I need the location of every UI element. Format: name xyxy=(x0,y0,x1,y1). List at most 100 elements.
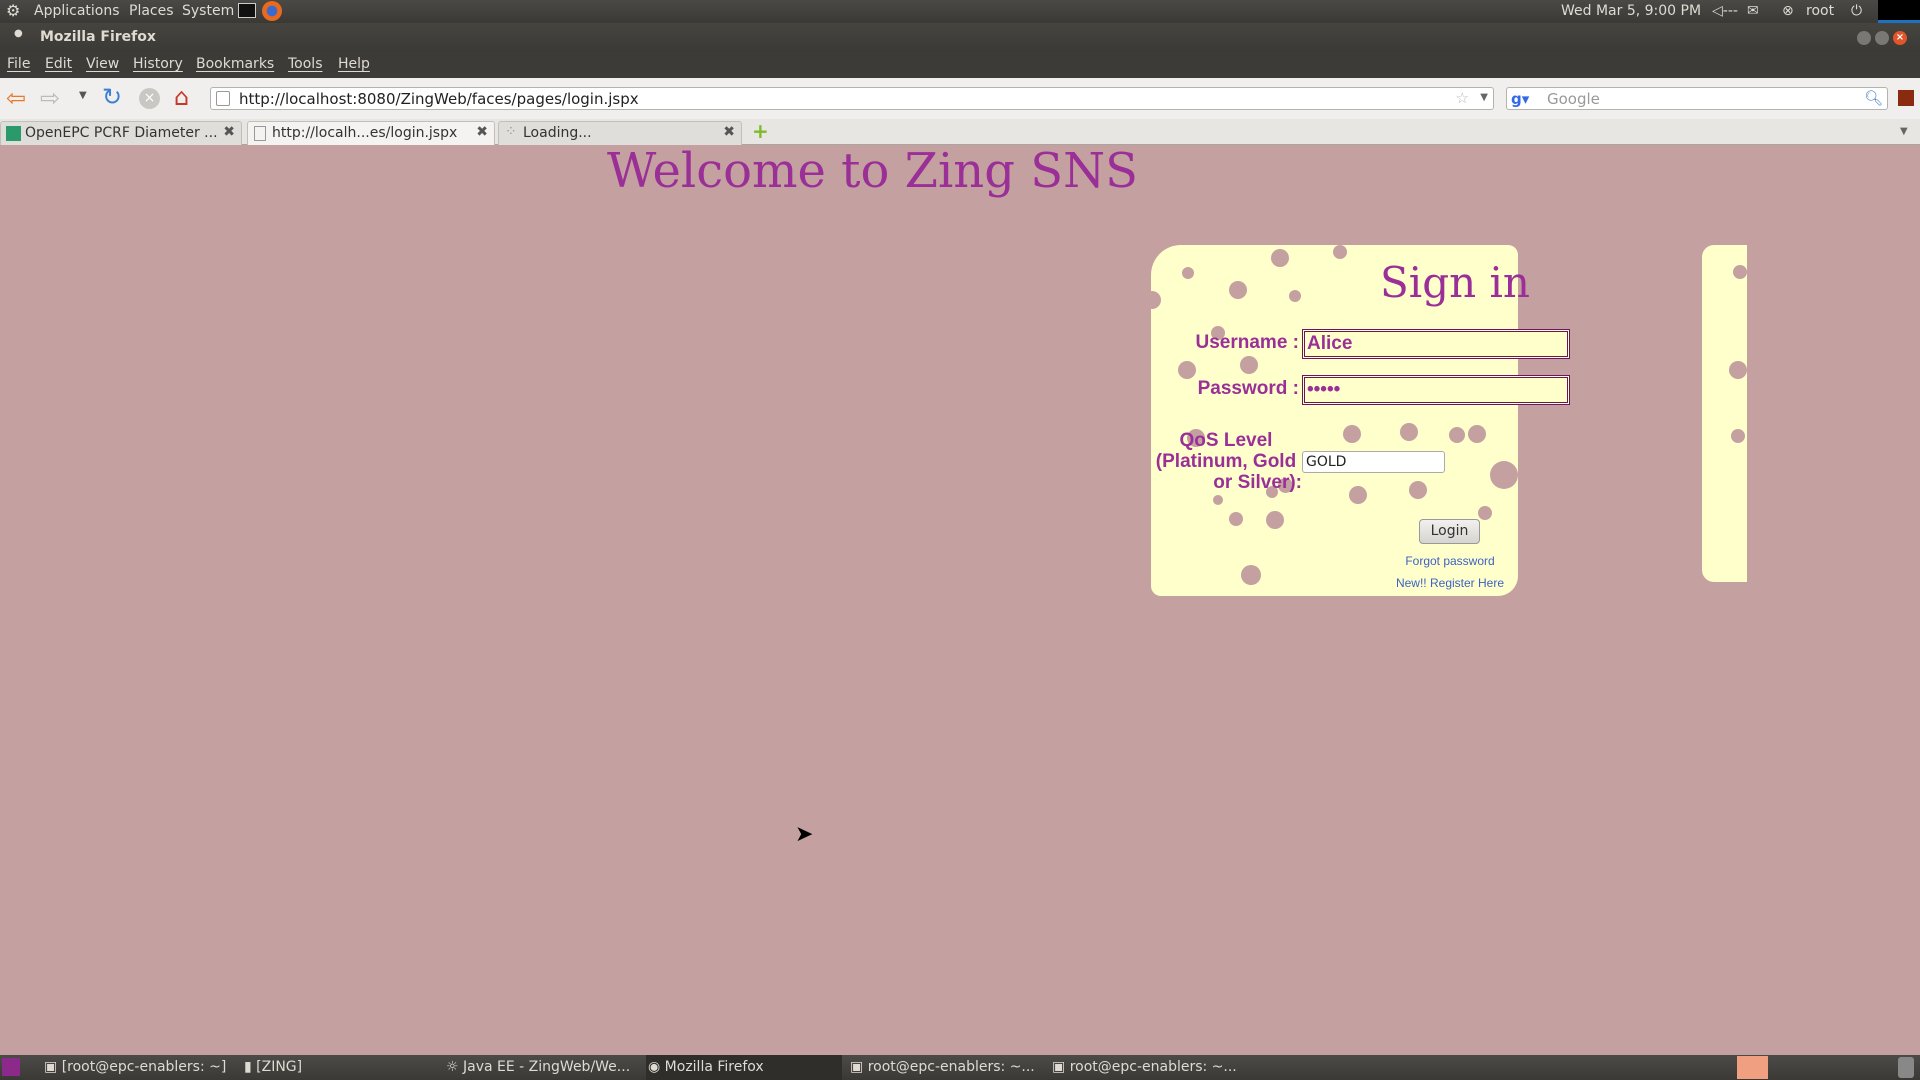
menu-edit[interactable]: Edit xyxy=(45,56,72,72)
url-dropdown-icon[interactable]: ▼ xyxy=(1480,92,1488,103)
signin-title: Sign in xyxy=(1150,258,1750,307)
tab-login[interactable]: http://localh...es/login.jspx ✖ xyxy=(247,121,495,145)
user-name[interactable]: root xyxy=(1806,3,1834,19)
mail-icon[interactable]: ✉ xyxy=(1747,3,1759,19)
show-desktop-icon[interactable] xyxy=(2,1058,20,1076)
mouse-cursor-icon: ➤ xyxy=(795,822,814,847)
firefox-launcher-icon[interactable] xyxy=(262,1,282,21)
window-titlebar: ● Mozilla Firefox × xyxy=(0,23,1920,52)
reload-icon[interactable]: ↻ xyxy=(102,83,122,111)
power-icon[interactable]: ⏻ xyxy=(1851,3,1862,19)
close-tab-icon[interactable]: ✖ xyxy=(723,124,735,140)
taskbar: ▣ [root@epc-enablers: ~] ▮ [ZING] ☼ Java… xyxy=(0,1055,1920,1080)
close-tab-icon[interactable]: ✖ xyxy=(223,124,235,140)
taskbar-item-eclipse[interactable]: ☼ Java EE - ZingWeb/We... xyxy=(446,1059,630,1075)
qos-label-line: QoS Level xyxy=(1179,430,1273,451)
taskbar-label: [ZING] xyxy=(256,1059,303,1075)
taskbar-label: root@epc-enablers: ~... xyxy=(1069,1059,1237,1075)
workspace-switcher[interactable] xyxy=(1737,1056,1768,1079)
decorative-dot xyxy=(1178,361,1196,379)
status-icon[interactable]: ⊗ xyxy=(1782,3,1794,19)
window-icon: ● xyxy=(14,28,23,39)
trash-icon[interactable] xyxy=(1898,1057,1914,1078)
stop-icon[interactable]: × xyxy=(139,88,160,109)
decorative-dot xyxy=(1731,429,1745,443)
username-label: Username : xyxy=(1195,332,1300,353)
decorative-dot xyxy=(1409,481,1427,499)
menu-tools[interactable]: Tools xyxy=(288,56,323,72)
menu-history[interactable]: History xyxy=(133,56,183,72)
page-heading: Welcome to Zing SNS xyxy=(607,143,1138,199)
back-icon[interactable]: ⇦ xyxy=(6,84,26,112)
decorative-dot xyxy=(1343,425,1361,443)
signin-title-text: Sign in xyxy=(1380,258,1530,307)
home-icon[interactable]: ⌂ xyxy=(174,83,189,111)
forgot-password-link[interactable]: Forgot password xyxy=(1350,554,1550,568)
window-title: Mozilla Firefox xyxy=(40,29,156,45)
login-button[interactable]: Login xyxy=(1419,519,1480,544)
menu-view[interactable]: View xyxy=(86,56,119,72)
terminal-launcher-icon[interactable] xyxy=(238,3,256,18)
maximize-button[interactable] xyxy=(1875,31,1889,45)
google-engine-icon[interactable]: g▾ xyxy=(1511,90,1529,108)
menu-file[interactable]: File xyxy=(7,56,30,72)
menu-applications[interactable]: Applications xyxy=(34,3,120,19)
taskbar-item-terminal-2[interactable]: ▣ root@epc-enablers: ~... xyxy=(850,1059,1035,1075)
loading-spinner-icon: ⁘ xyxy=(505,124,517,140)
taskbar-item-zing[interactable]: ▮ [ZING] xyxy=(244,1059,302,1075)
close-window-button[interactable]: × xyxy=(1893,31,1907,45)
forward-icon[interactable]: ⇨ xyxy=(40,84,60,112)
page-favicon-icon xyxy=(254,126,266,141)
decorative-dot xyxy=(1729,361,1747,379)
tab-list-icon[interactable]: ▼ xyxy=(1900,126,1908,137)
search-placeholder[interactable]: Google xyxy=(1547,90,1600,108)
decorative-dot xyxy=(1229,512,1243,526)
menu-system[interactable]: System xyxy=(182,3,234,19)
navigation-toolbar: ⇦ ⇨ ▼ ↻ × ⌂ http://localhost:8080/ZingWe… xyxy=(0,78,1920,119)
password-input[interactable]: ••••• xyxy=(1302,375,1570,405)
menu-bookmarks[interactable]: Bookmarks xyxy=(196,56,274,72)
decorative-dot xyxy=(1349,486,1367,504)
top-panel: ⚙ Applications Places System Wed Mar 5, … xyxy=(0,0,1920,23)
new-tab-icon[interactable]: + xyxy=(752,119,769,143)
tab-label: http://localh...es/login.jspx xyxy=(272,125,458,141)
qos-label-line: (Platinum, Gold xyxy=(1155,451,1297,472)
system-monitor[interactable] xyxy=(1878,0,1920,23)
decorative-dot xyxy=(1213,495,1223,505)
qos-input[interactable]: GOLD xyxy=(1302,451,1445,473)
decorative-dot xyxy=(1468,425,1486,443)
site-identity-icon[interactable] xyxy=(216,91,230,106)
qos-label-line: or Silver): xyxy=(1213,472,1302,493)
tab-openepc[interactable]: OpenEPC PCRF Diameter ... ✖ xyxy=(0,121,242,145)
menu-help[interactable]: Help xyxy=(338,56,370,72)
ubuntu-logo-icon[interactable]: ⚙ xyxy=(6,1,20,20)
taskbar-item-terminal-3[interactable]: ▣ root@epc-enablers: ~... xyxy=(1052,1059,1237,1075)
qos-label: QoS Level (Platinum, Gold or Silver): xyxy=(1150,430,1302,493)
decorative-dot xyxy=(1400,423,1418,441)
minimize-button[interactable] xyxy=(1857,31,1871,45)
decorative-dot xyxy=(1241,565,1261,585)
bookmark-star-icon[interactable]: ☆ xyxy=(1456,89,1469,107)
history-dropdown-icon[interactable]: ▼ xyxy=(79,90,87,101)
tab-loading[interactable]: ⁘ Loading... ✖ xyxy=(498,121,742,145)
decorative-dot xyxy=(1490,461,1518,489)
openepc-favicon-icon xyxy=(6,126,21,141)
password-label: Password : xyxy=(1197,378,1299,399)
volume-icon[interactable]: ◁--- xyxy=(1712,3,1738,19)
clock[interactable]: Wed Mar 5, 9:00 PM xyxy=(1561,3,1701,19)
decorative-dot xyxy=(1240,356,1258,374)
taskbar-label: Mozilla Firefox xyxy=(664,1059,764,1075)
search-bar[interactable]: g▾ Google 🔍︎ xyxy=(1506,87,1888,110)
register-link[interactable]: New!! Register Here xyxy=(1350,576,1550,590)
username-input[interactable]: Alice xyxy=(1302,329,1570,359)
addon-icon[interactable] xyxy=(1898,90,1914,106)
taskbar-item-firefox[interactable]: ◉ Mozilla Firefox xyxy=(646,1055,842,1080)
taskbar-label: root@epc-enablers: ~... xyxy=(867,1059,1035,1075)
search-icon[interactable]: 🔍︎ xyxy=(1864,89,1883,107)
url-bar[interactable]: http://localhost:8080/ZingWeb/faces/page… xyxy=(210,87,1494,110)
decorative-dot xyxy=(1449,427,1465,443)
taskbar-item-terminal[interactable]: ▣ [root@epc-enablers: ~] xyxy=(44,1059,226,1075)
menu-places[interactable]: Places xyxy=(129,3,174,19)
close-tab-icon[interactable]: ✖ xyxy=(476,124,488,140)
url-text[interactable]: http://localhost:8080/ZingWeb/faces/page… xyxy=(239,90,639,108)
